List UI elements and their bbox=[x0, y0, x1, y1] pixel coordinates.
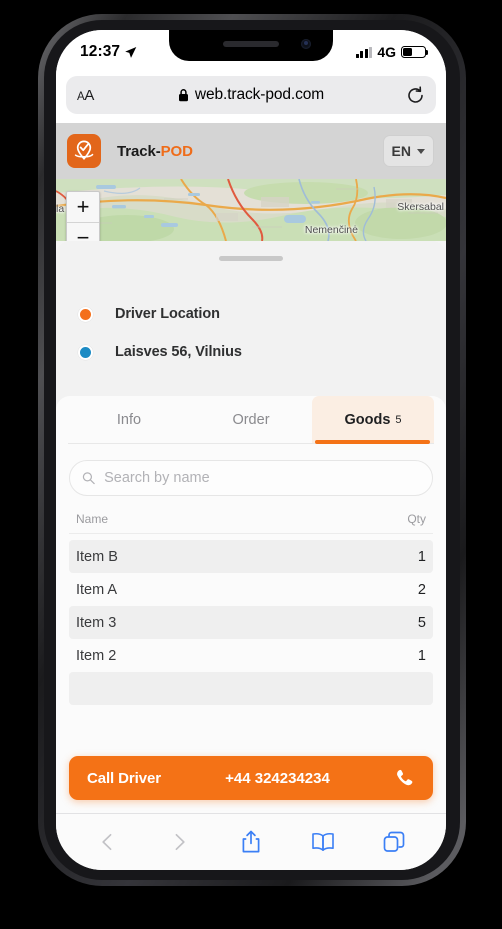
cellular-signal-icon bbox=[355, 46, 373, 58]
goods-item-name: Item 3 bbox=[76, 614, 117, 631]
app-header: Track-POD EN bbox=[56, 123, 446, 179]
screenshot-root: 12:37 4G AA web.track-pod.com Track-POD … bbox=[0, 0, 502, 929]
goods-item-qty: 1 bbox=[417, 548, 426, 565]
tab-bar: Info Order Goods 5 bbox=[56, 396, 446, 444]
brand-title: Track-POD bbox=[117, 143, 193, 160]
table-row[interactable]: Item 3 5 bbox=[69, 606, 433, 639]
goods-item-name: Item B bbox=[76, 548, 118, 565]
back-button[interactable] bbox=[86, 820, 130, 864]
phone-icon bbox=[397, 769, 413, 785]
driver-location-label: Driver Location bbox=[115, 306, 220, 322]
brand-title-part2: POD bbox=[160, 142, 193, 160]
details-card: Info Order Goods 5 Search by name Name Q… bbox=[56, 396, 446, 813]
tab-info[interactable]: Info bbox=[68, 396, 190, 444]
location-row-driver[interactable]: Driver Location bbox=[56, 295, 446, 333]
map-zoom-in-button[interactable]: + bbox=[67, 192, 99, 222]
track-pod-pin-check-logo bbox=[67, 134, 101, 168]
tab-goods-label: Goods bbox=[344, 412, 391, 428]
goods-item-qty: 2 bbox=[417, 581, 426, 598]
tabs-icon bbox=[383, 831, 405, 852]
tabs-button[interactable] bbox=[372, 820, 416, 864]
call-driver-label: Call Driver bbox=[87, 769, 161, 787]
table-row[interactable]: Item A 2 bbox=[69, 573, 433, 606]
notch bbox=[169, 30, 333, 61]
phone-screen: 12:37 4G AA web.track-pod.com Track-POD … bbox=[56, 30, 446, 870]
location-row-stop[interactable]: Laisves 56, Vilnius bbox=[56, 333, 446, 371]
bottom-sheet: Driver Location Laisves 56, Vilnius Info bbox=[56, 241, 446, 813]
battery-icon bbox=[401, 45, 429, 59]
earpiece-speaker bbox=[223, 41, 279, 47]
locations-list: Driver Location Laisves 56, Vilnius bbox=[56, 261, 446, 371]
location-arrow-icon bbox=[125, 46, 137, 58]
call-driver-phone: +44 324234234 bbox=[225, 769, 330, 787]
search-field[interactable] bbox=[69, 460, 433, 496]
url-display[interactable]: web.track-pod.com bbox=[66, 86, 436, 104]
forward-button[interactable] bbox=[157, 820, 201, 864]
web-app-viewport: Track-POD EN Skersabal Nemenčinė la + − … bbox=[56, 123, 446, 813]
url-text: web.track-pod.com bbox=[194, 86, 325, 103]
lock-icon bbox=[178, 89, 188, 102]
safari-url-toolbar: AA web.track-pod.com bbox=[56, 74, 446, 123]
book-icon bbox=[311, 832, 334, 851]
tab-active-indicator bbox=[314, 440, 431, 444]
tab-goods-badge: 5 bbox=[395, 414, 402, 426]
goods-item-name: Item A bbox=[76, 581, 118, 598]
table-row[interactable]: Item B 1 bbox=[69, 540, 433, 573]
status-bar-right: 4G bbox=[355, 44, 429, 60]
chevron-left-icon bbox=[102, 833, 112, 851]
language-selector-value: EN bbox=[391, 143, 411, 159]
front-camera-icon bbox=[301, 39, 311, 49]
brand-title-part1: Track- bbox=[117, 142, 161, 160]
table-row[interactable]: Item 2 1 bbox=[69, 639, 433, 672]
search-input[interactable] bbox=[104, 470, 420, 486]
tab-order[interactable]: Order bbox=[190, 396, 312, 444]
map-zoom-controls[interactable]: + − bbox=[66, 191, 100, 241]
language-selector[interactable]: EN bbox=[382, 135, 434, 167]
map-label-nemencine: Nemenčinė bbox=[304, 224, 358, 236]
share-button[interactable] bbox=[229, 820, 273, 864]
status-bar-time: 12:37 bbox=[80, 43, 121, 60]
share-icon bbox=[242, 830, 260, 853]
search-section bbox=[56, 444, 446, 504]
url-bar[interactable]: AA web.track-pod.com bbox=[66, 76, 436, 114]
map-view[interactable]: Skersabal Nemenčinė la + − bbox=[56, 179, 446, 241]
stop-location-label: Laisves 56, Vilnius bbox=[115, 344, 242, 360]
table-row-partial[interactable] bbox=[69, 672, 433, 705]
goods-item-qty: 5 bbox=[417, 614, 426, 631]
goods-table-header: Name Qty bbox=[69, 512, 433, 534]
goods-item-qty: 1 bbox=[417, 647, 426, 664]
chevron-right-icon bbox=[175, 833, 186, 851]
driver-location-dot-icon bbox=[78, 306, 93, 322]
search-icon bbox=[82, 472, 95, 485]
goods-column-qty: Qty bbox=[407, 512, 426, 526]
goods-table: Name Qty Item B 1 Item A 2 Item 3 5 Item… bbox=[56, 504, 446, 705]
map-zoom-out-button[interactable]: − bbox=[67, 222, 99, 241]
map-tiles bbox=[56, 179, 446, 241]
goods-table-body: Item B 1 Item A 2 Item 3 5 Item 2 1 bbox=[69, 534, 433, 705]
call-driver-button[interactable]: Call Driver +44 324234234 bbox=[69, 756, 433, 800]
chevron-down-icon bbox=[417, 148, 425, 154]
network-type-label: 4G bbox=[377, 44, 396, 60]
status-bar-left: 12:37 bbox=[80, 43, 137, 61]
safari-toolbar-row bbox=[56, 814, 446, 870]
tab-order-label: Order bbox=[232, 412, 270, 428]
call-driver-bar: Call Driver +44 324234234 bbox=[56, 746, 446, 813]
tab-goods[interactable]: Goods 5 bbox=[312, 396, 434, 444]
goods-item-name: Item 2 bbox=[76, 647, 117, 664]
goods-column-name: Name bbox=[76, 512, 109, 526]
safari-bottom-toolbar bbox=[56, 813, 446, 870]
map-label-clipped: la bbox=[56, 203, 65, 215]
bookmarks-button[interactable] bbox=[301, 820, 345, 864]
map-label-skersabal: Skersabal bbox=[397, 201, 444, 213]
tab-info-label: Info bbox=[116, 412, 142, 428]
stop-location-dot-icon bbox=[78, 344, 93, 360]
